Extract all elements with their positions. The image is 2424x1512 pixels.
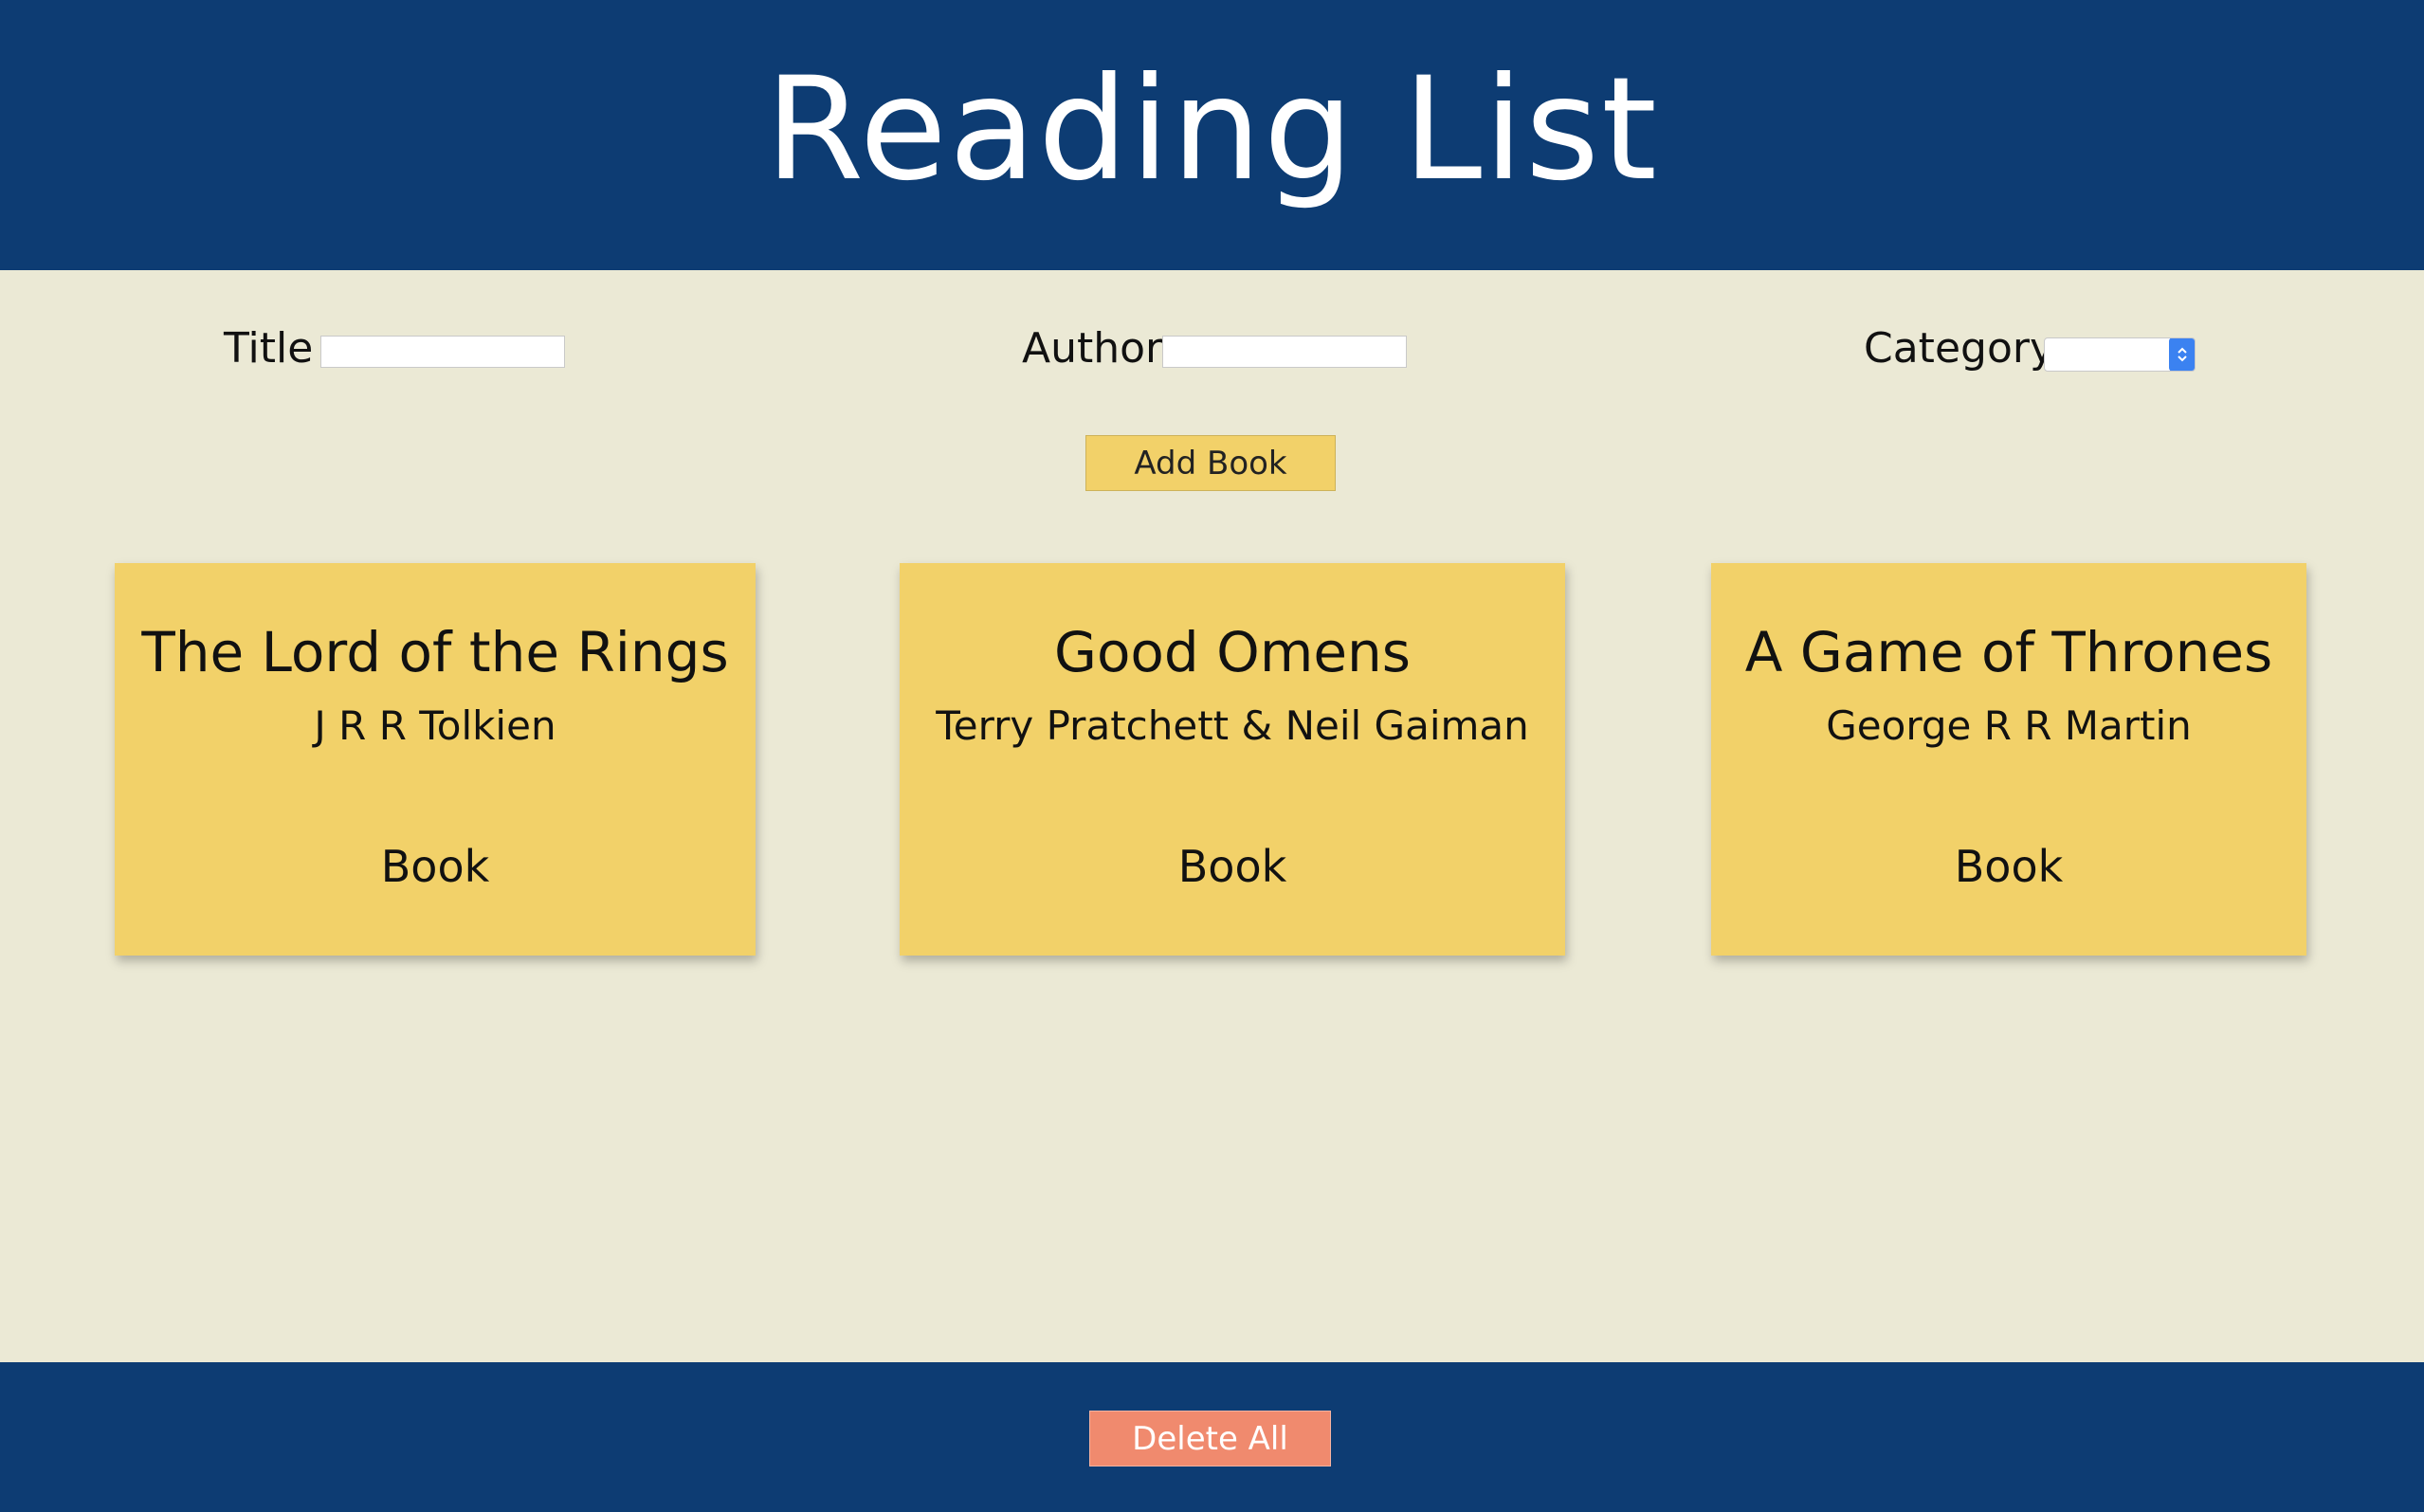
book-category: Book xyxy=(1954,841,2064,892)
book-card[interactable]: A Game of Thrones George R R Martin Book xyxy=(1711,563,2306,956)
book-author: J R R Tolkien xyxy=(314,702,556,749)
book-author: Terry Pratchett & Neil Gaiman xyxy=(936,702,1529,749)
book-category: Book xyxy=(380,841,490,892)
author-label: Author xyxy=(1022,324,1163,373)
book-author: George R R Martin xyxy=(1826,702,2192,749)
book-card[interactable]: Good Omens Terry Pratchett & Neil Gaiman… xyxy=(900,563,1565,956)
page-title: Reading List xyxy=(765,46,1659,212)
category-select[interactable] xyxy=(2044,337,2196,372)
book-title: A Game of Thrones xyxy=(1744,620,2273,684)
chevron-up-down-icon xyxy=(2169,338,2195,371)
delete-all-button[interactable]: Delete All xyxy=(1089,1411,1331,1466)
book-title: Good Omens xyxy=(1054,620,1411,684)
page-header: Reading List xyxy=(0,0,2424,270)
title-label: Title xyxy=(224,324,314,373)
category-label: Category xyxy=(1864,324,2054,373)
book-title: The Lord of the Rings xyxy=(141,620,729,684)
author-input[interactable] xyxy=(1162,336,1407,368)
book-category: Book xyxy=(1177,841,1287,892)
title-input[interactable] xyxy=(320,336,565,368)
book-card[interactable]: The Lord of the Rings J R R Tolkien Book xyxy=(115,563,756,956)
add-book-button[interactable]: Add Book xyxy=(1085,435,1336,491)
